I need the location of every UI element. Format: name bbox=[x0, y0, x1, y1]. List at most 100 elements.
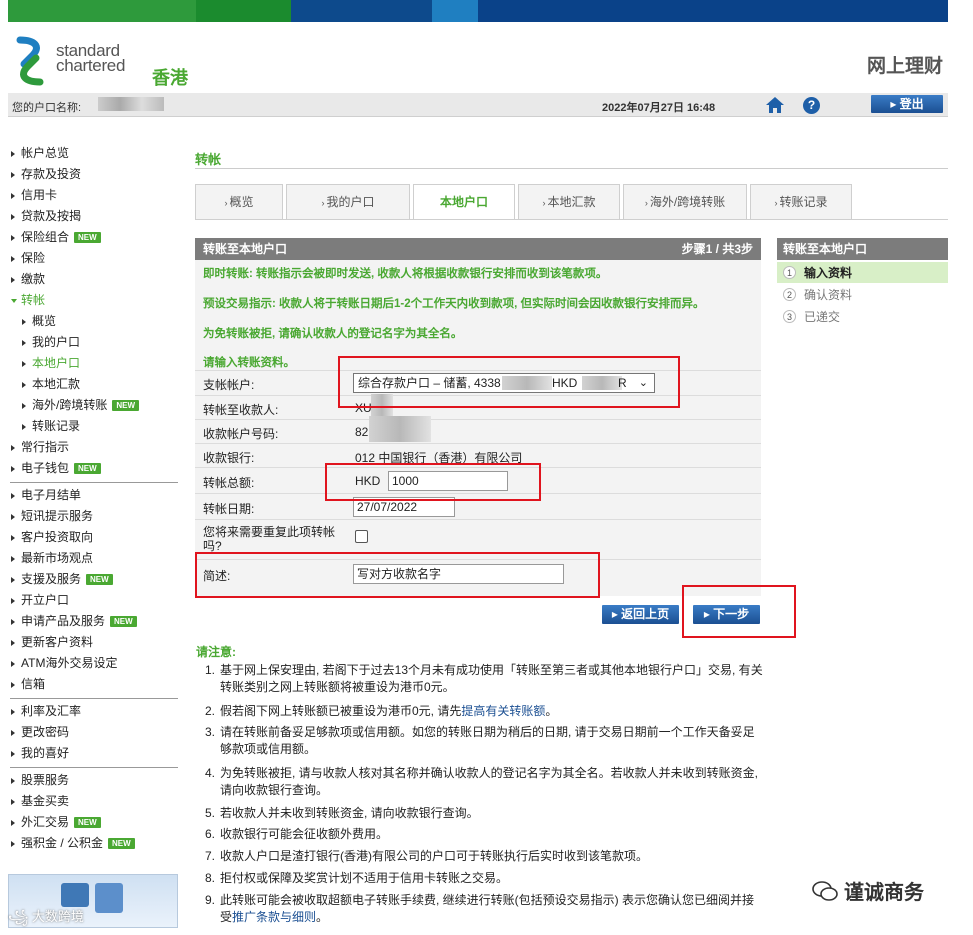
nav-market-views[interactable]: 最新市场观点 bbox=[8, 548, 178, 569]
nav-rates[interactable]: 利率及汇率 bbox=[8, 701, 178, 722]
highlight-from-account bbox=[338, 356, 680, 408]
new-badge: NEW bbox=[110, 616, 137, 627]
nav-credit-cards[interactable]: 信用卡 bbox=[8, 185, 178, 206]
brand-color-bar bbox=[8, 0, 948, 22]
nav-transfers-overview[interactable]: 概览 bbox=[8, 311, 178, 332]
nav-loans-mortgages[interactable]: 贷款及按揭 bbox=[8, 206, 178, 227]
nav-investment-profile[interactable]: 客户投资取向 bbox=[8, 527, 178, 548]
tab-local-accounts[interactable]: 本地户口 bbox=[413, 184, 515, 220]
scheduled-transfer-note: 预设交易指示: 收款人将于转账日期后1-2个工作天内收到款项, 但实际时间会因收… bbox=[203, 298, 705, 310]
note-item: 8. 拒付权或保障及奖赏计划不适用于信用卡转账之交易。 bbox=[205, 871, 509, 885]
account-number-label: 收款帐户号码: bbox=[203, 427, 279, 441]
tab-overseas-transfer[interactable]: › 海外/跨境转账 bbox=[623, 184, 747, 219]
nav-mpf[interactable]: 强积金 / 公积金 NEW bbox=[8, 833, 178, 854]
note-item: 3. 请在转账前备妥足够款项或信用额。如您的转账日期为稍后的日期, 请于交易日期前… bbox=[205, 725, 755, 756]
nav-atm-overseas[interactable]: ATM海外交易设定 bbox=[8, 653, 178, 674]
nav-divider bbox=[10, 698, 178, 699]
raise-limit-link[interactable]: 提高有关转账额 bbox=[461, 704, 545, 718]
note-item: 7. 收款人户口是渣打银行(香港)有限公司的户口可于转账执行后实时收到该笔款项。 bbox=[205, 849, 648, 863]
step-indicator: 步骤1 / 共3步 bbox=[681, 242, 753, 256]
step-2: 2 确认资料 bbox=[777, 284, 948, 306]
nav-divider bbox=[10, 482, 178, 483]
payee-label: 转帐至收款人: bbox=[203, 403, 279, 417]
new-badge: NEW bbox=[74, 463, 101, 474]
note-item: 1. 基于网上保安理由, 若阁下于过去13个月未有成功使用「转账至第三者或其他本地… bbox=[205, 663, 763, 694]
redacted-account-name bbox=[98, 97, 164, 111]
nav-transfers-local-remittance[interactable]: 本地汇款 bbox=[8, 374, 178, 395]
nav-e-statements[interactable]: 电子月结单 bbox=[8, 485, 178, 506]
nav-account-overview[interactable]: 帐户总览 bbox=[8, 143, 178, 164]
bank-label: 收款银行: bbox=[203, 451, 255, 465]
tab-overview[interactable]: › 概览 bbox=[195, 184, 283, 219]
nav-transfers-history[interactable]: 转账记录 bbox=[8, 416, 178, 437]
nav-transfers-my-accounts[interactable]: 我的户口 bbox=[8, 332, 178, 353]
note-item: 4. 为免转账被拒, 请与收款人核对其名称并确认收款人的登记名字为其全名。若收款人… bbox=[205, 766, 759, 797]
highlight-next-button bbox=[682, 585, 796, 638]
nav-apply-products[interactable]: 申请产品及服务 NEW bbox=[8, 611, 178, 632]
nav-sms-alerts[interactable]: 短讯提示服务 bbox=[8, 506, 178, 527]
nav-transfers[interactable]: 转帐 bbox=[8, 290, 178, 311]
nav-update-details[interactable]: 更新客户资料 bbox=[8, 632, 178, 653]
standard-chartered-logo bbox=[16, 36, 44, 86]
nav-deposits-investments[interactable]: 存款及投资 bbox=[8, 164, 178, 185]
highlight-memo bbox=[195, 552, 600, 598]
nav-preferences[interactable]: 我的喜好 bbox=[8, 743, 178, 764]
nav-change-password[interactable]: 更改密码 bbox=[8, 722, 178, 743]
nav-funds[interactable]: 基金买卖 bbox=[8, 791, 178, 812]
tab-my-accounts[interactable]: › 我的户口 bbox=[286, 184, 410, 219]
watermark-text: ꧁ 大数跨境 bbox=[8, 909, 84, 924]
new-badge: NEW bbox=[74, 817, 101, 828]
account-bar: 您的户口名称: 2022年07月27日 16:48 ? ▸ 登出 bbox=[8, 93, 948, 117]
wechat-icon bbox=[812, 881, 838, 901]
notes-title: 请注意: bbox=[196, 645, 236, 659]
calendar-icon bbox=[61, 883, 89, 907]
redacted-account-number bbox=[369, 416, 431, 442]
account-number-value: 82 bbox=[355, 425, 369, 439]
amount-label: 转帐总额: bbox=[203, 476, 255, 490]
highlight-amount bbox=[325, 463, 541, 501]
nav-divider bbox=[10, 767, 178, 768]
page-title: 转帐 bbox=[195, 152, 222, 167]
nav-insurance-portfolio[interactable]: 保险组合 NEW bbox=[8, 227, 178, 248]
calculator-icon bbox=[95, 883, 123, 913]
transfer-tabs: › 概览 › 我的户口 本地户口 › 本地汇款 › 海外/跨境转账 › 转账记录 bbox=[195, 184, 855, 220]
steps-panel-header: 转账至本地户口 bbox=[777, 238, 948, 260]
note-item: 6. 收款银行可能会征收额外费用。 bbox=[205, 827, 389, 841]
product-title: 网上理财 bbox=[866, 56, 943, 77]
nav-mailbox[interactable]: 信箱 bbox=[8, 674, 178, 695]
nav-payments[interactable]: 缴款 bbox=[8, 269, 178, 290]
tab-transfer-history[interactable]: › 转账记录 bbox=[750, 184, 852, 219]
logout-button[interactable]: ▸ 登出 bbox=[871, 95, 943, 113]
home-icon[interactable] bbox=[765, 96, 785, 114]
repeat-checkbox[interactable] bbox=[355, 530, 368, 543]
watermark-text: 谨诚商务 bbox=[844, 882, 924, 904]
note-item: 2. 假若阁下网上转账额已被重设为港币0元, 请先提高有关转账额。 bbox=[205, 704, 558, 718]
from-account-label: 支帐帐户: bbox=[203, 378, 255, 392]
nav-insurance[interactable]: 保险 bbox=[8, 248, 178, 269]
new-badge: NEW bbox=[74, 232, 101, 243]
repeat-label: 您将来需要重复此项转帐吗? bbox=[203, 525, 336, 553]
payee-name-note: 为免转账被拒, 请确认收款人的登记名字为其全名。 bbox=[203, 328, 463, 340]
form-header: 转账至本地户口 步骤1 / 共3步 bbox=[195, 238, 761, 260]
form-title: 转账至本地户口 bbox=[203, 242, 288, 256]
nav-open-account[interactable]: 开立户口 bbox=[8, 590, 178, 611]
nav-standing-instructions[interactable]: 常行指示 bbox=[8, 437, 178, 458]
account-name-label: 您的户口名称: bbox=[12, 102, 82, 114]
new-badge: NEW bbox=[108, 838, 135, 849]
account-number-row: 收款帐户号码: 82 bbox=[195, 416, 761, 443]
nav-e-wallet[interactable]: 电子钱包 NEW bbox=[8, 458, 178, 479]
nav-fx[interactable]: 外汇交易 NEW bbox=[8, 812, 178, 833]
tab-local-remittance[interactable]: › 本地汇款 bbox=[518, 184, 620, 219]
login-datetime: 2022年07月27日 16:48 bbox=[602, 102, 716, 114]
nav-transfers-overseas[interactable]: 海外/跨境转账 NEW bbox=[8, 395, 178, 416]
nav-securities[interactable]: 股票服务 bbox=[8, 770, 178, 791]
nav-transfers-local-accounts[interactable]: 本地户口 bbox=[8, 353, 178, 374]
step-3: 3 已递交 bbox=[777, 306, 948, 328]
nav-support-services[interactable]: 支援及服务 NEW bbox=[8, 569, 178, 590]
left-navigation: 帐户总览 存款及投资 信用卡 贷款及按揭 保险组合 NEW 保险 缴款 转帐 概览… bbox=[8, 143, 178, 854]
help-icon[interactable]: ? bbox=[803, 97, 820, 114]
promo-terms-link[interactable]: 推广条款与细则 bbox=[232, 910, 316, 924]
form-prompt: 请输入转账资料。 bbox=[203, 357, 295, 369]
back-button[interactable]: ▸ 返回上页 bbox=[602, 605, 679, 624]
new-badge: NEW bbox=[112, 400, 140, 411]
